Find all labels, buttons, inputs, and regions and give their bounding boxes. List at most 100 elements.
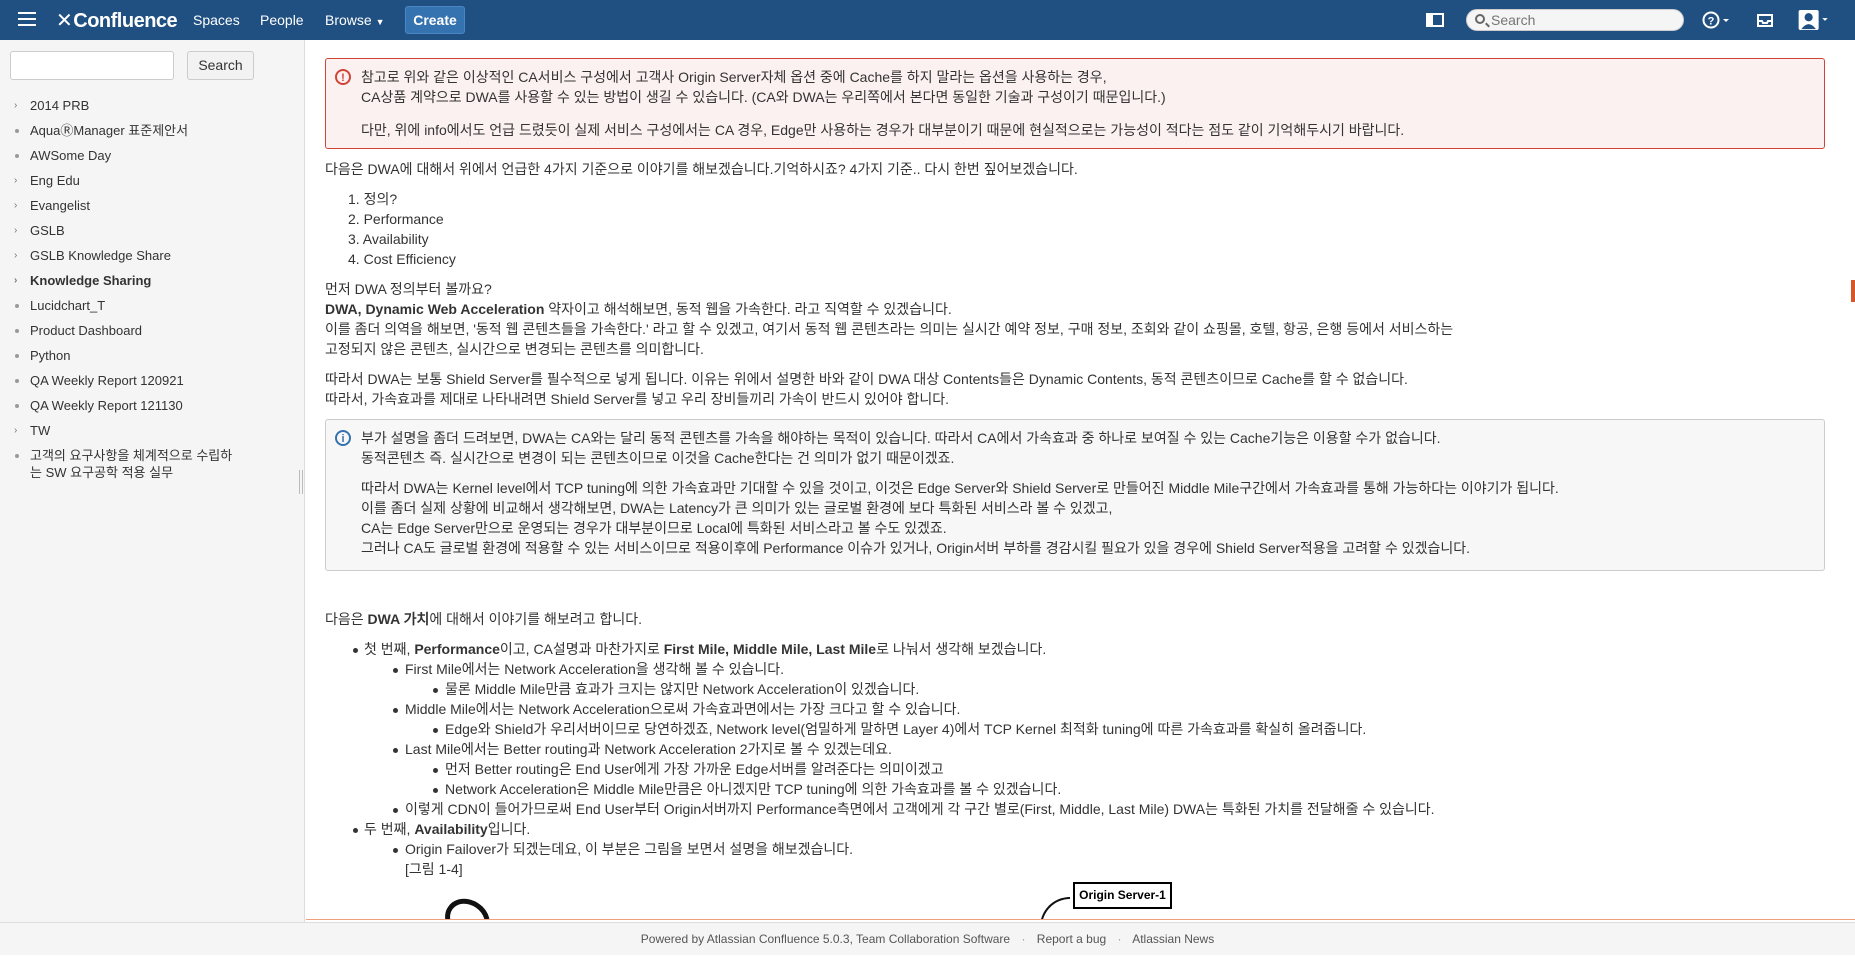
warning-icon: ! [335, 69, 351, 85]
tree-item[interactable]: AWSome Day [0, 147, 300, 164]
diagram-origin-server-box: Origin Server-1 [1073, 882, 1172, 909]
atlassian-news-link[interactable]: Atlassian News [1132, 932, 1214, 946]
tree-item[interactable]: › TW [0, 422, 300, 439]
search-icon [1475, 14, 1485, 24]
diagram-cloud-shape [436, 890, 499, 920]
panel-text: CA는 Edge Server만으로 운영되는 경우가 대부분이므로 Local… [361, 520, 947, 536]
tree-item[interactable]: › Evangelist [0, 197, 300, 214]
expand-arrow-icon[interactable]: › [14, 172, 17, 189]
report-bug-link[interactable]: Report a bug [1037, 932, 1106, 946]
panel-text: 참고로 위와 같은 이상적인 CA서비스 구성에서 고객사 Origin Ser… [361, 69, 1107, 85]
ordered-list-item: 4. Cost Efficiency [348, 251, 456, 267]
sidebar-resize-handle[interactable] [299, 470, 303, 494]
list-item: First Mile에서는 Network Acceleration을 생각해 … [405, 661, 785, 677]
chevron-down-icon: ▼ [375, 17, 385, 27]
tree-item[interactable]: › GSLB [0, 222, 300, 239]
top-navigation-bar: ✕Confluence Spaces People Browse ▼ Creat… [0, 0, 1855, 40]
svg-text:?: ? [1708, 16, 1715, 28]
bullet-icon [433, 728, 438, 733]
paragraph: 이를 좀더 의역을 해보면, '동적 웹 콘텐츠들을 가속한다.' 라고 할 수… [325, 321, 1454, 337]
paragraph: 따라서 DWA는 보통 Shield Server를 필수적으로 넣게 됩니다.… [325, 371, 1408, 387]
tree-item-active[interactable]: › Knowledge Sharing [0, 272, 300, 289]
panel-text: 동적콘텐츠 즉. 실시간으로 변경이 되는 콘텐츠이므로 이것을 Cache한다… [361, 450, 955, 466]
list-item: Edge와 Shield가 우리서버이므로 당연하겠죠, Network lev… [445, 721, 1367, 737]
ordered-list-item: 1. 정의? [348, 191, 398, 207]
user-avatar-icon[interactable] [1797, 10, 1833, 30]
list-item: 두 번째, Availability입니다. [364, 821, 531, 837]
paragraph: 다음은 DWA 가치에 대해서 이야기를 해보려고 합니다. [325, 611, 642, 627]
expand-arrow-icon[interactable]: › [14, 222, 17, 239]
tree-item[interactable]: QA Weekly Report 120921 [0, 372, 300, 389]
tree-item[interactable]: AquaⓇManager 표준제안서 [0, 122, 300, 139]
figure-caption: [그림 1-4] [405, 861, 463, 877]
warning-panel: ! 참고로 위와 같은 이상적인 CA서비스 구성에서 고객사 Origin S… [325, 58, 1825, 149]
search-input[interactable] [1491, 12, 1676, 28]
panel-text: CA상품 계약으로 DWA를 사용할 수 있는 방법이 생길 수 있습니다. (… [361, 89, 1166, 105]
bullet-icon [433, 768, 438, 773]
panel-text: 다만, 위에 info에서도 언급 드렸듯이 실제 서비스 구성에서는 CA 경… [361, 122, 1405, 138]
expand-arrow-icon[interactable]: › [14, 247, 17, 264]
list-item: 이렇게 CDN이 들어가므로써 End User부터 Origin서버까지 Pe… [405, 801, 1435, 817]
page-footer: Powered by Atlassian Confluence 5.0.3, T… [0, 922, 1855, 955]
tree-item[interactable]: QA Weekly Report 121130 [0, 397, 300, 414]
paragraph: DWA, Dynamic Web Acceleration 약자이고 해석해보면… [325, 301, 952, 317]
help-icon[interactable]: ? [1702, 10, 1732, 30]
expand-arrow-icon[interactable]: › [14, 197, 17, 214]
info-icon: i [335, 430, 351, 446]
nav-people[interactable]: People [260, 12, 304, 28]
tree-item[interactable]: Lucidchart_T [0, 297, 300, 314]
paragraph: 다음은 DWA에 대해서 위에서 언급한 4가지 기준으로 이야기를 해보겠습니… [325, 161, 1078, 177]
bullet-icon [15, 379, 19, 383]
bullet-icon [393, 708, 398, 713]
bullet-icon [15, 329, 19, 333]
bullet-icon [393, 668, 398, 673]
tree-item[interactable]: 고객의 요구사항을 체계적으로 수립하는 SW 요구공학 적용 실무 [0, 447, 300, 481]
paragraph: 따라서, 가속효과를 제대로 나타내려면 Shield Server를 넣고 우… [325, 391, 950, 407]
tree-item[interactable]: › 2014 PRB [0, 97, 300, 114]
paragraph: 먼저 DWA 정의부터 볼까요? [325, 281, 492, 297]
diagram-connector [1040, 897, 1070, 920]
expand-arrow-icon[interactable]: › [14, 97, 17, 114]
menu-icon[interactable] [18, 12, 36, 26]
list-item: Last Mile에서는 Better routing과 Network Acc… [405, 741, 892, 757]
list-item: 물론 Middle Mile만큼 효과가 크지는 않지만 Network Acc… [445, 681, 920, 697]
header-search[interactable] [1466, 9, 1684, 31]
ordered-list-item: 2. Performance [348, 211, 444, 227]
create-button[interactable]: Create [405, 6, 465, 34]
list-item: Network Acceleration은 Middle Mile만큼은 아니겠… [445, 781, 1062, 797]
scroll-indicator [1851, 280, 1855, 302]
bullet-icon [393, 748, 398, 753]
bullet-icon [393, 808, 398, 813]
panel-text: 그러나 CA도 글로벌 환경에 적용할 수 있는 서비스이므로 적용이후에 Pe… [361, 540, 1470, 556]
tree-item[interactable]: Product Dashboard [0, 322, 300, 339]
panel-text: 이를 좀더 실제 상황에 비교해서 생각해보면, DWA는 Latency가 큰… [361, 500, 1113, 516]
list-item: Middle Mile에서는 Network Acceleration으로써 가… [405, 701, 961, 717]
bullet-icon [393, 848, 398, 853]
list-item: 첫 번째, Performance이고, CA설명과 마찬가지로 First M… [364, 641, 1047, 657]
page-content: ! 참고로 위와 같은 이상적인 CA서비스 구성에서 고객사 Origin S… [306, 40, 1855, 920]
notifications-icon[interactable] [1755, 10, 1775, 30]
bullet-icon [433, 688, 438, 693]
page-tree: › 2014 PRB AquaⓇManager 표준제안서 AWSome Day … [0, 97, 300, 489]
sidebar-toggle-icon[interactable] [1425, 10, 1445, 30]
bullet-icon [353, 648, 358, 653]
tree-item[interactable]: Python [0, 347, 300, 364]
bullet-icon [15, 154, 19, 158]
bullet-icon [15, 304, 19, 308]
list-item: Origin Failover가 되겠는데요, 이 부분은 그림을 보면서 설명… [405, 841, 854, 857]
divider [306, 919, 1855, 920]
panel-text: 따라서 DWA는 Kernel level에서 TCP tuning에 의한 가… [361, 480, 1559, 496]
bullet-icon [433, 788, 438, 793]
sidebar-search-button[interactable]: Search [187, 51, 254, 80]
confluence-logo[interactable]: ✕Confluence [56, 8, 178, 33]
expand-arrow-icon[interactable]: › [14, 272, 17, 289]
sidebar-search-input[interactable] [10, 51, 174, 80]
list-item: 먼저 Better routing은 End User에게 가장 가까운 Edg… [445, 761, 944, 777]
nav-browse[interactable]: Browse ▼ [325, 12, 385, 28]
tree-item[interactable]: › GSLB Knowledge Share [0, 247, 300, 264]
bullet-icon [15, 404, 19, 408]
expand-arrow-icon[interactable]: › [14, 422, 17, 439]
panel-text: 부가 설명을 좀더 드려보면, DWA는 CA와는 달리 동적 콘텐츠를 가속을… [361, 430, 1441, 446]
tree-item[interactable]: › Eng Edu [0, 172, 300, 189]
nav-spaces[interactable]: Spaces [193, 12, 240, 28]
